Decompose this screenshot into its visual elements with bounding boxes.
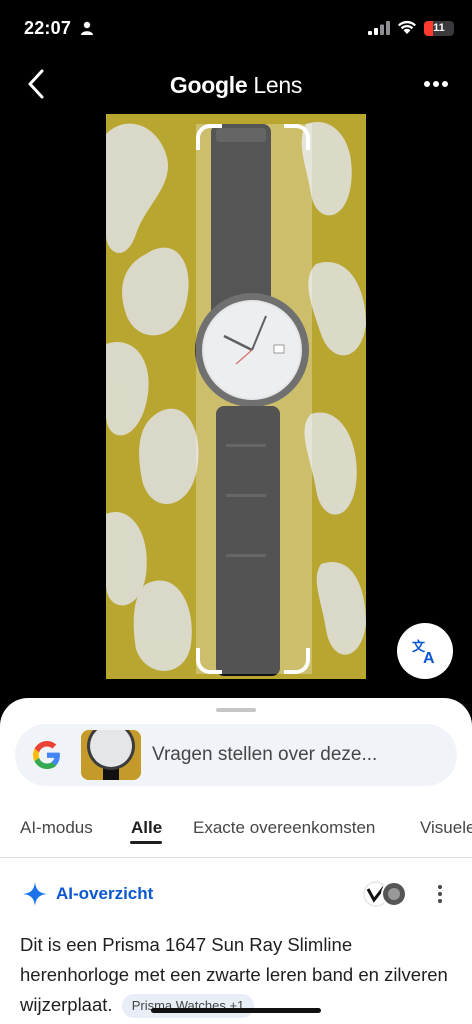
crop-handle-top-left[interactable] bbox=[196, 124, 222, 150]
ai-overview-title: AI-overzicht bbox=[56, 884, 154, 903]
battery-icon: 11 bbox=[424, 21, 454, 36]
home-indicator[interactable] bbox=[151, 1008, 321, 1013]
translate-button[interactable]: 文 A bbox=[397, 623, 453, 679]
selection-region[interactable] bbox=[196, 124, 312, 674]
status-bar: 22:07 11 bbox=[0, 0, 472, 58]
ai-overview-header: AI-overzicht bbox=[0, 876, 472, 912]
google-g-icon bbox=[33, 741, 60, 769]
crop-handle-bottom-left[interactable] bbox=[196, 648, 222, 674]
wifi-icon bbox=[398, 20, 416, 34]
battery-percentage: 11 bbox=[433, 22, 445, 34]
drag-handle[interactable] bbox=[216, 708, 256, 712]
thumbnail-image bbox=[81, 730, 141, 780]
ai-overview-text: Dit is een Prisma 1647 Sun Ray Slimline … bbox=[20, 930, 450, 1020]
source-chip[interactable]: Prisma Watches +1 bbox=[121, 994, 255, 1019]
search-input[interactable]: Vragen stellen over deze... bbox=[152, 744, 377, 766]
more-horizontal-icon[interactable] bbox=[420, 72, 452, 96]
tab-ai-modus[interactable]: AI-modus bbox=[20, 818, 93, 838]
tab-visuele[interactable]: Visuele bbox=[420, 818, 472, 838]
title-product: Lens bbox=[253, 72, 303, 98]
selection-thumbnail[interactable] bbox=[81, 730, 141, 780]
translate-icon: 文 A bbox=[412, 639, 435, 665]
status-time: 22:07 bbox=[24, 18, 72, 38]
results-sheet: Vragen stellen over deze... AI-modus All… bbox=[0, 698, 472, 1024]
svg-text:A: A bbox=[423, 650, 435, 665]
page-title: Google Lens bbox=[0, 72, 472, 99]
search-bar[interactable]: Vragen stellen over deze... bbox=[15, 724, 457, 786]
source-favicons-icon[interactable] bbox=[362, 880, 408, 908]
tab-alle[interactable]: Alle bbox=[131, 818, 162, 838]
more-vertical-icon[interactable] bbox=[432, 882, 448, 906]
results-tabs: AI-modus Alle Exacte overeenkomsten Visu… bbox=[0, 798, 472, 858]
title-brand: Google bbox=[169, 72, 248, 98]
tab-exacte-overeenkomsten[interactable]: Exacte overeenkomsten bbox=[193, 818, 375, 838]
crop-handle-top-right[interactable] bbox=[284, 124, 310, 150]
active-tab-indicator bbox=[130, 841, 162, 844]
person-icon bbox=[81, 21, 93, 35]
sparkle-icon bbox=[23, 882, 47, 906]
cellular-signal-icon bbox=[368, 21, 390, 35]
